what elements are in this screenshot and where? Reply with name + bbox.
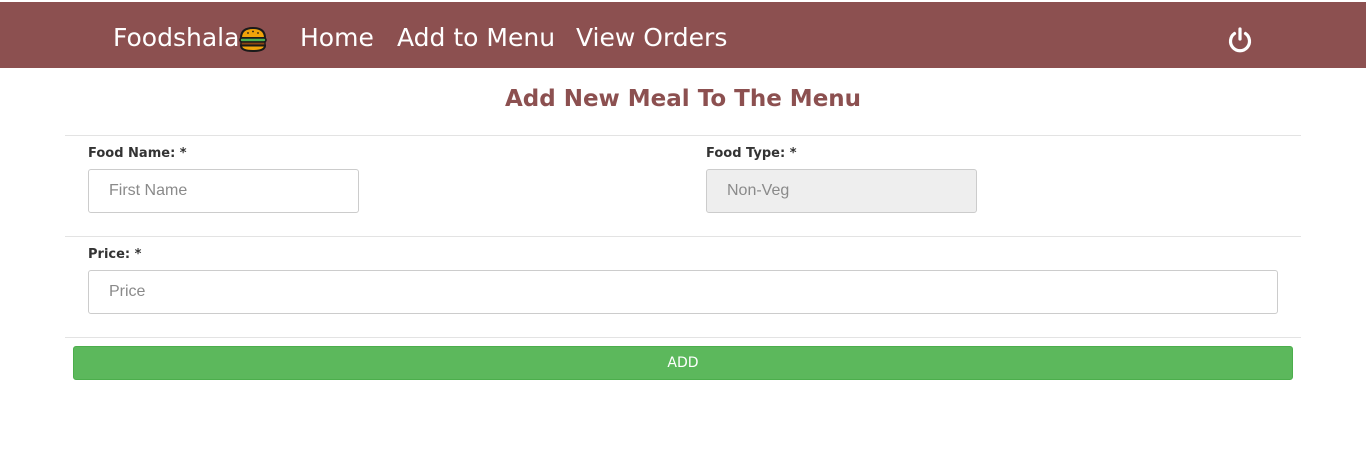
burger-icon <box>238 25 268 53</box>
divider <box>65 236 1301 237</box>
navbar: Foodshala Home Add to Menu View Orders <box>0 2 1366 68</box>
food-type-input[interactable] <box>706 169 977 213</box>
page-title: Add New Meal To The Menu <box>504 86 862 112</box>
brand-link[interactable]: Foodshala <box>113 2 239 68</box>
divider <box>65 337 1301 338</box>
price-label: Price: * <box>88 247 142 262</box>
food-type-label: Food Type: * <box>706 146 797 161</box>
add-meal-page: Foodshala Home Add to Menu View Orders A… <box>0 0 1366 467</box>
food-name-input[interactable] <box>88 169 359 213</box>
nav-add-to-menu-link[interactable]: Add to Menu <box>397 2 555 68</box>
price-input[interactable] <box>88 270 1278 314</box>
divider <box>65 135 1301 136</box>
nav-home-link[interactable]: Home <box>300 2 374 68</box>
add-button[interactable]: ADD <box>73 346 1293 380</box>
power-icon[interactable] <box>1226 26 1254 54</box>
food-name-label: Food Name: * <box>88 146 187 161</box>
nav-view-orders-link[interactable]: View Orders <box>576 2 727 68</box>
